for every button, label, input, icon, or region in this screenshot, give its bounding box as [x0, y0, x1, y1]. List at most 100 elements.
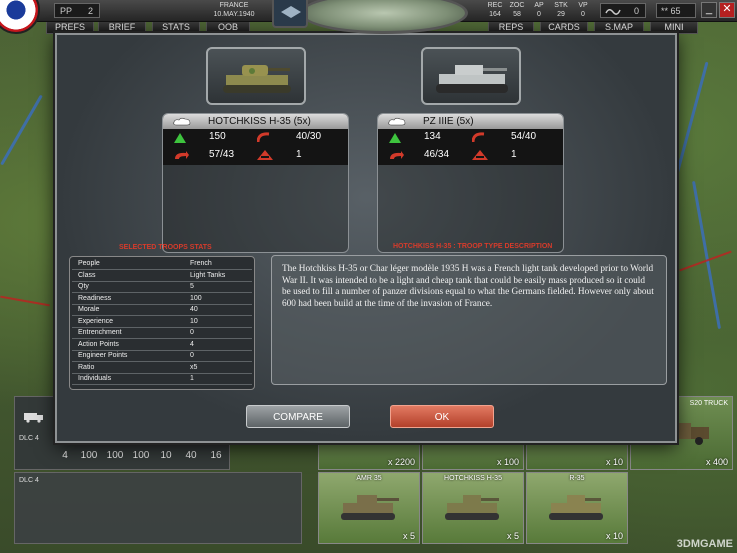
hard-attack-icon: [257, 132, 270, 142]
stack-count: 100: [80, 450, 98, 461]
right-unit-card: PZ IIIE (5x) 134 54/40 46/34 1: [377, 113, 564, 253]
unit-card-hotchkiss[interactable]: HOTCHKISS H-35 x 5: [422, 472, 524, 544]
country-label: FRANCE: [219, 2, 249, 9]
eagle-icon: [281, 6, 301, 18]
soft-attack-icon: [389, 133, 401, 143]
unit-name: S20 TRUCK: [689, 400, 728, 407]
stat-rec: REC 164: [487, 2, 503, 18]
river: [0, 94, 43, 166]
soft-attack-value: 134: [424, 131, 441, 142]
stat-zoc: ZOC 58: [509, 2, 525, 18]
left-unit-portrait: [206, 47, 306, 105]
unit-count: x 10: [605, 531, 623, 541]
date-label: 10.MAY.1940: [213, 11, 255, 18]
range-value: 1: [511, 149, 517, 160]
cloud-icon: [388, 117, 406, 126]
soft-attack-icon: [174, 133, 186, 143]
unit-count: x 5: [506, 531, 519, 541]
defense-icon: [175, 151, 189, 159]
unit-count: x 100: [496, 457, 519, 467]
stat-row: Qty 5: [72, 282, 252, 293]
truck-icon: [24, 413, 43, 423]
stats-section-title: SELECTED TROOPS STATS: [119, 244, 212, 251]
stat-row: Class Light Tanks: [72, 271, 252, 282]
dlc-label: DLC 4: [19, 435, 39, 442]
watermark: 3DMGAME: [676, 538, 733, 550]
range-value: 1: [296, 149, 302, 160]
stack-count: 100: [132, 450, 150, 461]
supply-box: 0: [600, 3, 646, 18]
unit-count: x 10: [605, 457, 623, 467]
stat-row: Action Points 4: [72, 340, 252, 351]
compare-button[interactable]: COMPARE: [246, 405, 350, 428]
turn-date: FRANCE 10.MAY.1940: [196, 1, 272, 19]
unit-card-top[interactable]: x 100: [422, 442, 524, 470]
stat-row: People French: [72, 259, 252, 270]
unit-card-top[interactable]: x 10: [526, 442, 628, 470]
minimize-button[interactable]: _: [701, 2, 717, 18]
soft-attack-value: 150: [209, 131, 226, 142]
right-unit-portrait: [421, 47, 521, 105]
unit-card-top[interactable]: x 2200: [318, 442, 420, 470]
range-icon: [257, 150, 273, 160]
stat-row: Readiness 100: [72, 294, 252, 305]
unit-title: HOTCHKISS H-35 (5x): [163, 114, 348, 129]
stat-row: Entrenchment 0: [72, 328, 252, 339]
dlc-label: DLC 4: [19, 477, 39, 484]
stat-row: Morale 40: [72, 305, 252, 316]
faction-emblem-icon: [272, 0, 308, 28]
cloud-icon: [173, 117, 191, 126]
tank-icon: [223, 65, 291, 93]
hard-attack-value: 54/40: [511, 131, 537, 142]
unit-count: x 5: [402, 531, 415, 541]
stat-row: Individuals 1: [72, 374, 252, 385]
defense-value: 57/43: [209, 149, 235, 160]
unit-count: x 400: [705, 457, 728, 467]
troop-stats-table: People French Class Light Tanks Qty 5 Readi…: [69, 256, 255, 390]
stat-row: Experience 10: [72, 317, 252, 328]
stat-stk: STK 29: [554, 2, 568, 18]
stack-count: 40: [185, 450, 197, 461]
tank-icon: [436, 65, 508, 93]
reserve-panel[interactable]: DLC 4: [14, 472, 302, 544]
close-button[interactable]: ✕: [719, 2, 735, 18]
stat-row: Engineer Points 0: [72, 351, 252, 362]
defense-icon: [390, 151, 404, 159]
front-line: [0, 295, 50, 307]
unit-info-dialog: HOTCHKISS H-35 (5x) 150 40/30 57/43 1 PZ…: [55, 33, 677, 443]
stars-score: ** 65: [656, 3, 696, 18]
stat-vp: VP 0: [578, 2, 588, 18]
stack-count: 100: [106, 450, 124, 461]
unit-name: AMR 35: [356, 475, 382, 482]
range-icon: [472, 150, 488, 160]
troop-description: The Hotchkiss H-35 or Char léger modèle …: [271, 255, 667, 385]
supply-value: 0: [633, 6, 639, 16]
unit-title: PZ IIIE (5x): [378, 114, 563, 129]
unit-count: x 2200: [387, 457, 415, 467]
description-section-title: HOTCHKISS H-35 : TROOP TYPE DESCRIPTION: [393, 243, 553, 250]
unit-stats-body: 150 40/30 57/43 1: [163, 129, 348, 165]
hard-attack-icon: [472, 132, 485, 142]
unit-name: PZ IIIE (5x): [423, 116, 474, 127]
production-points-box: PP 2: [54, 3, 100, 18]
pp-value: 2: [87, 6, 93, 16]
ok-button[interactable]: OK: [390, 405, 494, 428]
unit-name: HOTCHKISS H-35: [444, 475, 502, 482]
tank-icon: [549, 495, 603, 520]
unit-card-amr35[interactable]: AMR 35 x 5: [318, 472, 420, 544]
tank-icon: [445, 495, 499, 520]
pp-label: PP: [60, 6, 73, 16]
stat-ap: AP 0: [534, 2, 544, 18]
stat-row: Ratio x5: [72, 363, 252, 374]
defense-value: 46/34: [424, 149, 450, 160]
unit-name: R-35: [569, 475, 585, 482]
left-unit-card: HOTCHKISS H-35 (5x) 150 40/30 57/43 1: [162, 113, 349, 253]
tank-icon: [341, 495, 399, 520]
stack-count: 16: [210, 450, 222, 461]
unit-card-r35[interactable]: R-35 x 10: [526, 472, 628, 544]
unit-name: HOTCHKISS H-35 (5x): [208, 116, 311, 127]
hard-attack-value: 40/30: [296, 131, 322, 142]
wave-icon: [605, 9, 621, 15]
stack-count: 10: [160, 450, 172, 461]
stack-count: 4: [62, 450, 68, 461]
